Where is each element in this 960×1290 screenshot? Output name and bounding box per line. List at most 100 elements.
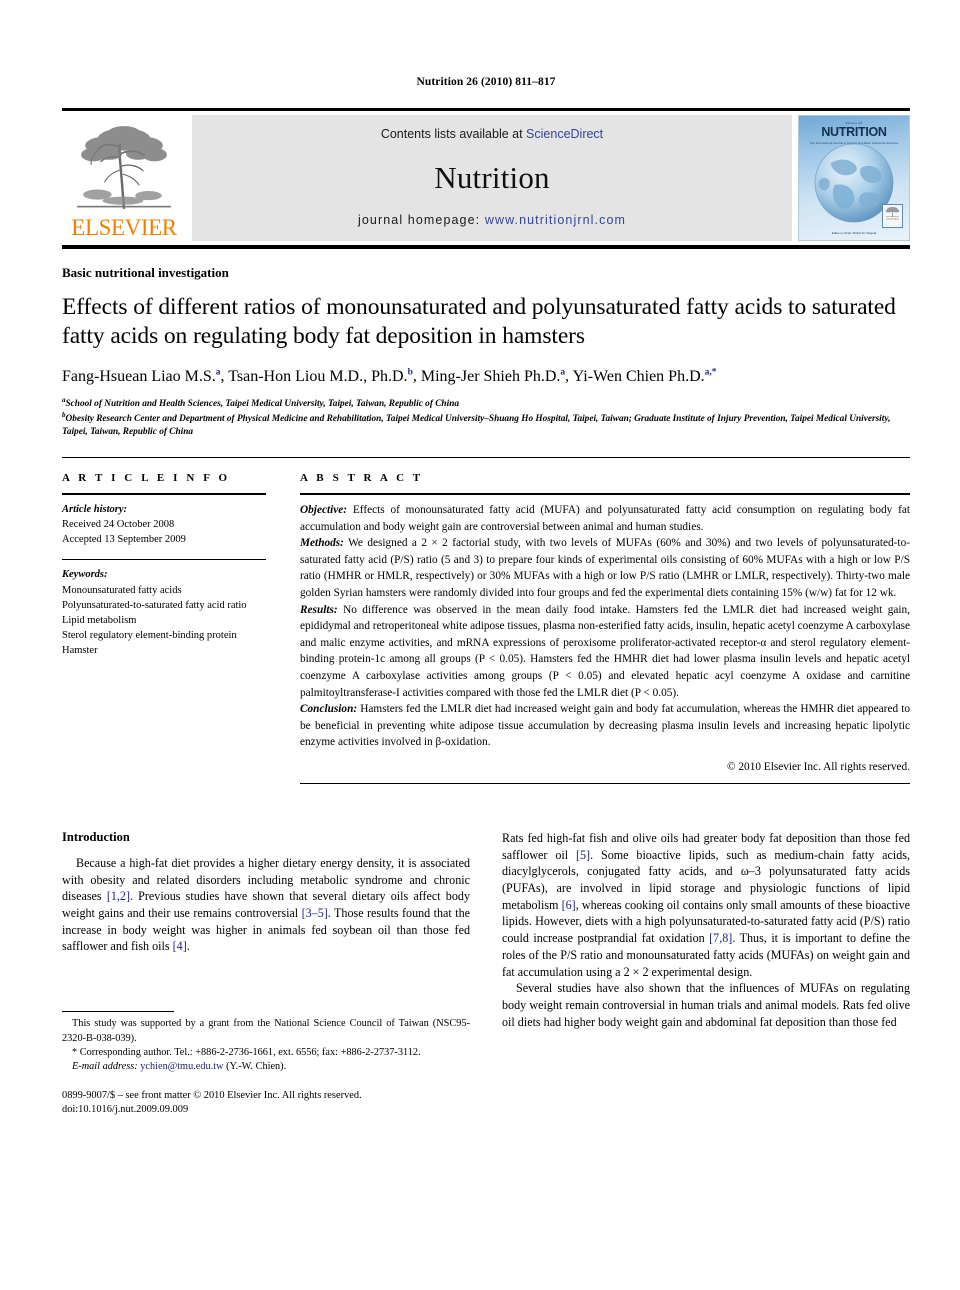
email-label: E-mail address: (72, 1061, 138, 1073)
homepage-prefix-text: journal homepage: (357, 213, 485, 227)
abstract-methods-label: Methods: (300, 537, 344, 550)
cover-title: NUTRITION (821, 125, 887, 139)
footnote-email: E-mail address: ychien@tmu.edu.tw (Y.-W.… (62, 1060, 470, 1074)
imprint-front-matter: 0899-9007/$ – see front matter © 2010 El… (62, 1089, 362, 1101)
cover-editor-label: Editor-in-Chief: Michel M. Meguid (831, 231, 877, 235)
body-columns: Introduction Because a high-fat diet pro… (62, 830, 910, 1117)
keyword-item: Sterol regulatory element-binding protei… (62, 629, 237, 641)
author-affil-mark: a,* (704, 367, 717, 378)
citation-ref[interactable]: [4] (173, 939, 187, 953)
abstract-copyright: © 2010 Elsevier Inc. All rights reserved… (726, 761, 910, 774)
abstract-methods-text: We designed a 2 × 2 factorial study, wit… (300, 537, 910, 600)
author-list: Fang-Hsuean Liao M.S.a, Tsan-Hon Liou M.… (62, 366, 910, 387)
contents-available-line: Contents lists available at ScienceDirec… (381, 127, 603, 141)
elsevier-wordmark: ELSEVIER (71, 215, 177, 240)
introduction-heading: Introduction (62, 830, 130, 845)
article-info-heading: A R T I C L E I N F O (62, 472, 231, 485)
abstract-results: Results: No difference was observed in t… (300, 602, 910, 702)
cover-elsevier-tree-icon (885, 207, 900, 217)
journal-homepage-link[interactable]: www.nutritionjrnl.com (485, 213, 626, 227)
abstract-conclusion-label: Conclusion: (300, 703, 358, 716)
author-name: Yi-Wen Chien Ph.D. (572, 367, 705, 385)
author-entry: Yi-Wen Chien Ph.D.a,* (572, 367, 717, 385)
intro-paragraph-right-1: Rats fed high-fat fish and olive oils ha… (502, 830, 910, 980)
keywords-rule (62, 559, 266, 561)
author-name: Fang-Hsuean Liao M.S. (62, 367, 216, 385)
elsevier-tree-icon (76, 126, 172, 209)
cover-elsevier-word: ELSEVIER (886, 218, 899, 221)
abstract-objective: Objective: Effects of monounsaturated fa… (300, 502, 910, 535)
footnote-block: This study was supported by a grant from… (62, 1011, 470, 1117)
citation-ref[interactable]: [7,8] (709, 931, 732, 945)
author-entry: Ming-Jer Shieh Ph.D.a (420, 367, 565, 385)
article-info-column: A R T I C L E I N F O Article history: R… (62, 458, 294, 784)
abstract-end-rule (300, 783, 910, 785)
abstract-methods: Methods: We designed a 2 × 2 factorial s… (300, 535, 910, 601)
keyword-item: Monounsaturated fatty acids (62, 584, 182, 596)
abstract-objective-text: Effects of monounsaturated fatty acid (M… (300, 504, 910, 533)
keyword-item: Hamster (62, 644, 98, 656)
intro-paragraph-right-2: Several studies have also shown that the… (502, 980, 910, 1030)
affiliation-text: Obesity Research Center and Department o… (62, 414, 891, 438)
footnote-rule (62, 1011, 174, 1013)
article-history-label: Article history: (62, 504, 128, 516)
email-owner: (Y.-W. Chien). (226, 1061, 287, 1073)
running-head: Nutrition 26 (2010) 811–817 (416, 76, 556, 88)
article-info-rule (62, 493, 266, 496)
imprint-doi[interactable]: doi:10.1016/j.nut.2009.09.009 (62, 1103, 470, 1117)
abstract-heading: A B S T R A C T (300, 472, 424, 485)
article-page: Nutrition 26 (2010) 811–817 ELSEVIER Con… (0, 0, 960, 1290)
abstract-body: Objective: Effects of monounsaturated fa… (300, 502, 910, 751)
contents-prefix-text: Contents lists available at (380, 127, 527, 141)
body-column-right: Rats fed high-fat fish and olive oils ha… (502, 830, 910, 1117)
keywords-label: Keywords: (62, 569, 108, 581)
abstract-conclusion: Conclusion: Hamsters fed the LMLR diet h… (300, 701, 910, 751)
journal-masthead: ELSEVIER Contents lists available at Sci… (62, 108, 910, 249)
affiliation-list: aSchool of Nutrition and Health Sciences… (62, 396, 910, 439)
abstract-conclusion-text: Hamsters fed the LMLR diet had increased… (300, 703, 910, 749)
keywords-block: Keywords: Monounsaturated fatty acids Po… (62, 567, 266, 658)
author-separator: , (412, 367, 421, 385)
sciencedirect-link[interactable]: ScienceDirect (526, 127, 603, 141)
body-column-left: Introduction Because a high-fat diet pro… (62, 830, 470, 1117)
keyword-item: Lipid metabolism (62, 614, 137, 626)
abstract-column: A B S T R A C T Objective: Effects of mo… (294, 458, 910, 785)
masthead-center-panel: Contents lists available at ScienceDirec… (192, 115, 792, 241)
email-link[interactable]: ychien@tmu.edu.tw (140, 1061, 223, 1072)
abstract-results-label: Results: (300, 603, 338, 616)
footnote-corresponding-author: * Corresponding author. Tel.: +886-2-273… (72, 1046, 421, 1058)
author-entry: Fang-Hsuean Liao M.S.a (62, 367, 221, 385)
abstract-rule (300, 493, 910, 496)
journal-cover-image[interactable]: Volume 26 NUTRITION The International Jo… (798, 115, 910, 241)
affiliation-item: aSchool of Nutrition and Health Sciences… (62, 396, 910, 411)
abstract-results-text: No difference was observed in the mean d… (300, 603, 910, 699)
author-separator: , (565, 367, 573, 385)
author-name: Tsan-Hon Liou M.D., Ph.D. (228, 367, 408, 385)
author-entry: Tsan-Hon Liou M.D., Ph.D.b (228, 367, 413, 385)
journal-title: Nutrition (434, 159, 550, 195)
journal-homepage-line: journal homepage: www.nutritionjrnl.com (358, 213, 626, 227)
author-name: Ming-Jer Shieh Ph.D. (420, 367, 561, 385)
affiliation-item: bObesity Research Center and Department … (62, 411, 910, 439)
footnote-grant: This study was supported by a grant from… (62, 1018, 470, 1044)
affiliation-text: School of Nutrition and Health Sciences,… (65, 399, 460, 410)
para-seg: Several studies have also shown that the… (502, 981, 910, 1029)
citation-ref[interactable]: [5] (576, 848, 590, 862)
para-seg: . (186, 939, 190, 954)
citation-ref[interactable]: [1,2] (107, 889, 130, 903)
article-title: Effects of different ratios of monounsat… (62, 294, 896, 349)
elsevier-logo: ELSEVIER (62, 115, 186, 241)
abstract-objective-label: Objective: (300, 504, 348, 517)
imprint-block: 0899-9007/$ – see front matter © 2010 El… (62, 1089, 470, 1117)
article-history-received: Received 24 October 2008 (62, 519, 175, 531)
article-history: Article history: Received 24 October 200… (62, 502, 266, 547)
article-section-label: Basic nutritional investigation (62, 265, 229, 280)
page-content: Nutrition 26 (2010) 811–817 ELSEVIER Con… (62, 0, 910, 1117)
citation-ref[interactable]: [6] (562, 898, 576, 912)
info-abstract-block: A R T I C L E I N F O Article history: R… (62, 457, 910, 785)
cover-elsevier-mark: ELSEVIER (882, 204, 903, 228)
keyword-item: Polyunsaturated-to-saturated fatty acid … (62, 599, 247, 611)
article-history-accepted: Accepted 13 September 2009 (62, 534, 186, 546)
intro-paragraph-left: Because a high-fat diet provides a highe… (62, 855, 470, 955)
citation-ref[interactable]: [3–5] (302, 906, 328, 920)
